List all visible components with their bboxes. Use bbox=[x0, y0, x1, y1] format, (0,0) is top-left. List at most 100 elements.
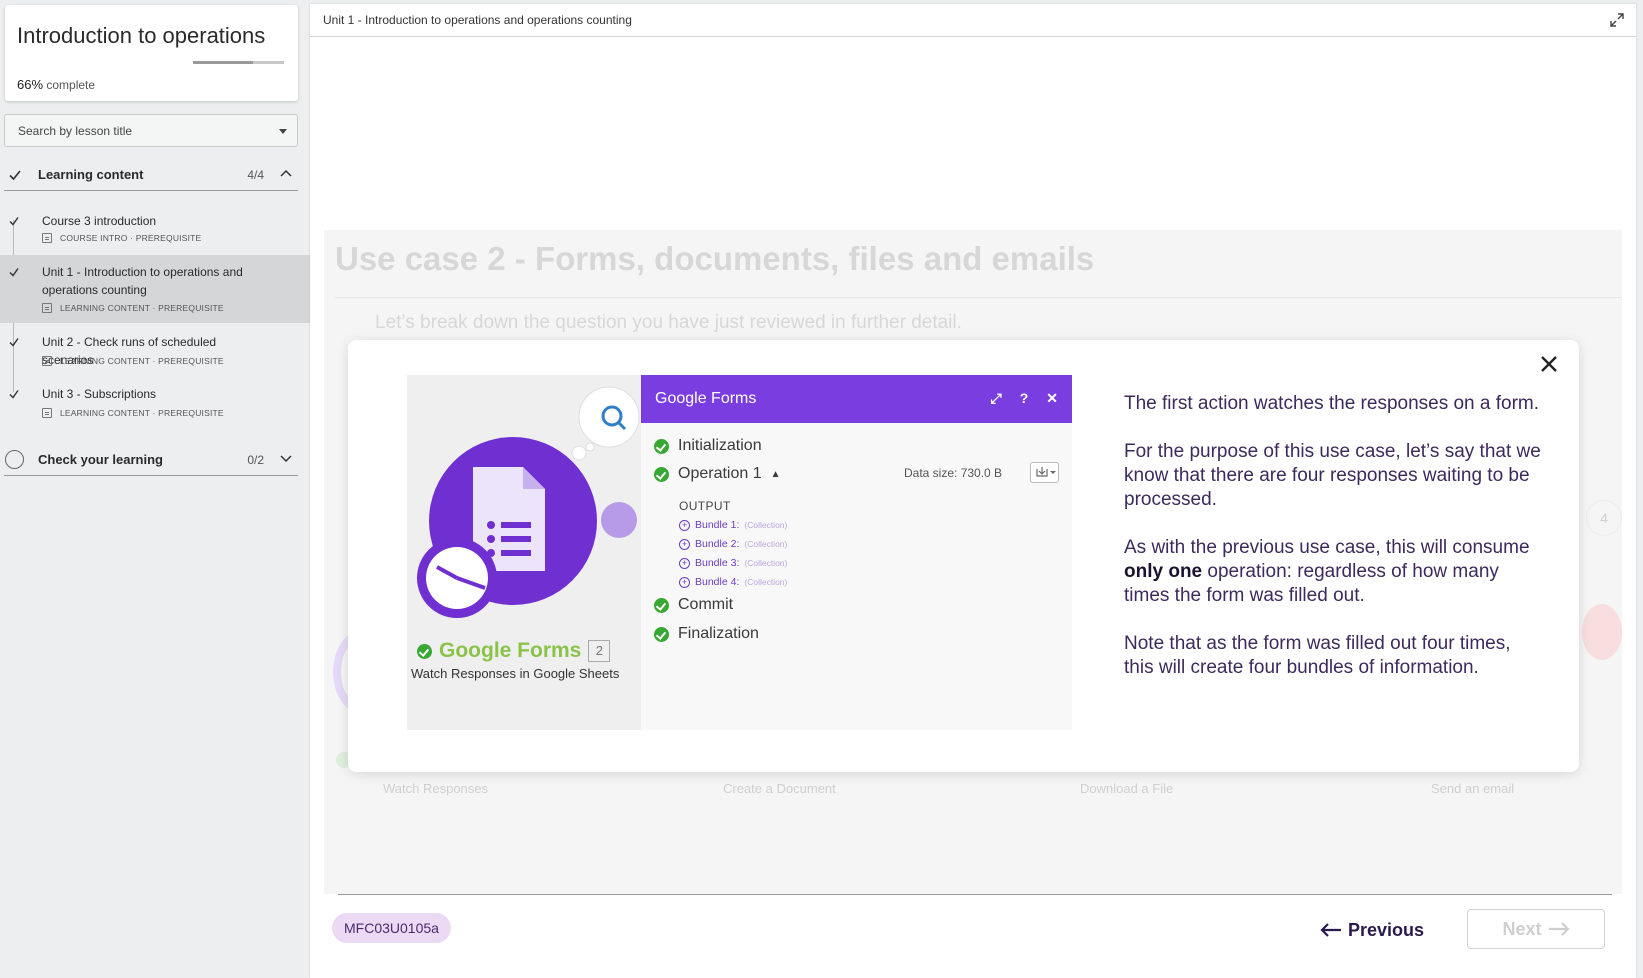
success-check-icon bbox=[654, 438, 669, 454]
bundle-name: Bundle 4: bbox=[695, 576, 740, 588]
success-check-icon bbox=[654, 597, 669, 613]
success-check-icon bbox=[654, 466, 669, 482]
module-illustration: Google Forms 2 Watch Responses in Google… bbox=[407, 375, 641, 730]
lesson-code-badge: MFC03U0105a bbox=[332, 913, 451, 943]
breadcrumb: Unit 1 - Introduction to operations and … bbox=[323, 13, 632, 27]
check-icon bbox=[9, 217, 19, 226]
heading-divider bbox=[335, 297, 1622, 298]
bundle-item: + Bundle 2: (Collection) bbox=[679, 538, 787, 550]
paragraph-3: As with the previous use case, this will… bbox=[1124, 536, 1544, 608]
plus-circle-icon: + bbox=[679, 519, 690, 531]
ghost-label-send-email: Send an email bbox=[1431, 781, 1515, 796]
section-check-your-learning[interactable]: Check your learning 0/2 bbox=[4, 442, 298, 476]
lesson-meta: LEARNING CONTENT · PREREQUISITE bbox=[42, 356, 224, 366]
bundle-item: + Bundle 1: (Collection) bbox=[679, 519, 787, 531]
module-name: Google Forms bbox=[439, 639, 582, 662]
lesson-item-course-3-introduction[interactable]: Course 3 introduction COURSE INTRO · PRE… bbox=[0, 210, 310, 250]
footer-divider bbox=[338, 894, 1612, 895]
section-count: 4/4 bbox=[247, 168, 264, 182]
lesson-meta-text: COURSE INTRO · PREREQUISITE bbox=[60, 233, 202, 243]
ghost-label-create-document: Create a Document bbox=[723, 781, 836, 796]
document-icon bbox=[42, 233, 52, 243]
course-sidebar: Introduction to operations 66% complete … bbox=[0, 0, 310, 978]
google-forms-module-icon bbox=[417, 386, 640, 618]
slides-icon bbox=[42, 303, 52, 313]
lesson-meta-text: LEARNING CONTENT · PREREQUISITE bbox=[60, 408, 224, 418]
lesson-meta-text: LEARNING CONTENT · PREREQUISITE bbox=[60, 303, 224, 313]
success-check-icon bbox=[654, 626, 669, 642]
paragraph-4: Note that as the form was filled out fou… bbox=[1124, 633, 1511, 678]
execution-panel: Google Forms ⤢ ? ✕ Initialization Operat… bbox=[641, 375, 1072, 730]
fullscreen-icon[interactable] bbox=[1610, 13, 1624, 27]
progress-suffix: complete bbox=[43, 78, 96, 92]
progress-bar bbox=[193, 61, 284, 64]
ghost-step-number: 4 bbox=[1586, 500, 1622, 536]
course-title: Introduction to operations bbox=[17, 23, 266, 48]
caret-up-icon: ▲ bbox=[770, 468, 781, 480]
lesson-lead: Let’s break down the question you have j… bbox=[375, 312, 962, 333]
modal-screenshot: Google Forms 2 Watch Responses in Google… bbox=[407, 375, 1072, 730]
lesson-meta-text: LEARNING CONTENT · PREREQUISITE bbox=[60, 356, 224, 366]
panel-controls: ⤢ ? ✕ bbox=[991, 390, 1059, 407]
slides-icon bbox=[42, 408, 52, 418]
help-icon: ? bbox=[1019, 390, 1029, 406]
lesson-item-unit-2[interactable]: Unit 2 - Check runs of scheduled scenari… bbox=[0, 333, 310, 373]
lesson-title: Unit 3 - Subscriptions bbox=[42, 387, 157, 401]
section-count: 0/2 bbox=[247, 453, 264, 467]
download-icon bbox=[1030, 462, 1059, 483]
close-icon: ✕ bbox=[1046, 390, 1058, 406]
lesson-search-dropdown[interactable]: Search by lesson title bbox=[4, 114, 298, 147]
ghost-module-circle bbox=[1582, 604, 1622, 660]
bundle-item: + Bundle 3: (Collection) bbox=[679, 557, 787, 569]
check-icon bbox=[9, 338, 19, 347]
lesson-title: Unit 1 - Introduction to operations and … bbox=[42, 265, 243, 297]
arrow-right-icon bbox=[1548, 922, 1570, 936]
slides-icon bbox=[42, 356, 52, 366]
section-label: Learning content bbox=[38, 167, 144, 182]
step-label: Operation 1 bbox=[678, 465, 762, 482]
bundle-item: + Bundle 4: (Collection) bbox=[679, 576, 787, 588]
lesson-title: Course 3 introduction bbox=[42, 214, 157, 228]
previous-button[interactable]: Previous bbox=[1320, 913, 1424, 947]
info-modal: Google Forms 2 Watch Responses in Google… bbox=[348, 340, 1579, 772]
plus-circle-icon: + bbox=[679, 538, 690, 550]
paragraph-3-emphasis: only one bbox=[1124, 561, 1203, 582]
status-circle-icon bbox=[5, 450, 24, 469]
lesson-search-placeholder: Search by lesson title bbox=[18, 124, 133, 138]
lesson-item-unit-1[interactable]: Unit 1 - Introduction to operations and … bbox=[0, 255, 310, 323]
success-check-icon bbox=[417, 643, 432, 659]
module-action: Watch Responses in Google Sheets bbox=[411, 666, 620, 681]
step-operation-1: Operation 1 ▲ bbox=[654, 465, 781, 483]
check-icon bbox=[9, 390, 19, 399]
module-number: 2 bbox=[588, 640, 611, 662]
lesson-topbar: Unit 1 - Introduction to operations and … bbox=[310, 4, 1636, 37]
bundle-name: Bundle 1: bbox=[695, 519, 740, 531]
lesson-heading: Use case 2 - Forms, documents, files and… bbox=[335, 240, 1095, 277]
step-finalization: Finalization bbox=[654, 625, 759, 643]
paragraph-3-start: As with the previous use case, this will… bbox=[1124, 537, 1530, 558]
bundle-type: (Collection) bbox=[744, 520, 788, 530]
step-commit: Commit bbox=[654, 596, 733, 614]
lesson-meta: LEARNING CONTENT · PREREQUISITE bbox=[42, 303, 224, 313]
lesson-meta: COURSE INTRO · PREREQUISITE bbox=[42, 233, 201, 243]
bundle-name: Bundle 2: bbox=[695, 538, 740, 550]
caret-down-icon bbox=[279, 129, 287, 134]
step-label: Finalization bbox=[678, 625, 759, 642]
bundle-name: Bundle 3: bbox=[695, 557, 740, 569]
fullscreen-icon: ⤢ bbox=[990, 390, 1002, 406]
bundle-type: (Collection) bbox=[744, 539, 788, 549]
previous-label: Previous bbox=[1348, 919, 1425, 940]
execution-panel-header: Google Forms ⤢ ? ✕ bbox=[641, 375, 1072, 423]
arrow-left-icon bbox=[1320, 923, 1341, 937]
chevron-up-icon bbox=[280, 169, 292, 177]
lesson-item-unit-3[interactable]: Unit 3 - Subscriptions LEARNING CONTENT … bbox=[0, 385, 310, 425]
ghost-label-download-file: Download a File bbox=[1080, 781, 1174, 796]
progress-text: 66% complete bbox=[17, 77, 95, 92]
next-button[interactable]: Next bbox=[1467, 909, 1605, 949]
check-icon bbox=[9, 170, 21, 181]
paragraph-1: The first action watches the responses o… bbox=[1124, 393, 1540, 414]
close-icon[interactable] bbox=[1539, 354, 1559, 374]
plus-circle-icon: + bbox=[679, 557, 690, 569]
data-size: Data size: 730.0 B bbox=[904, 466, 1003, 480]
section-learning-content[interactable]: Learning content 4/4 bbox=[4, 157, 298, 191]
